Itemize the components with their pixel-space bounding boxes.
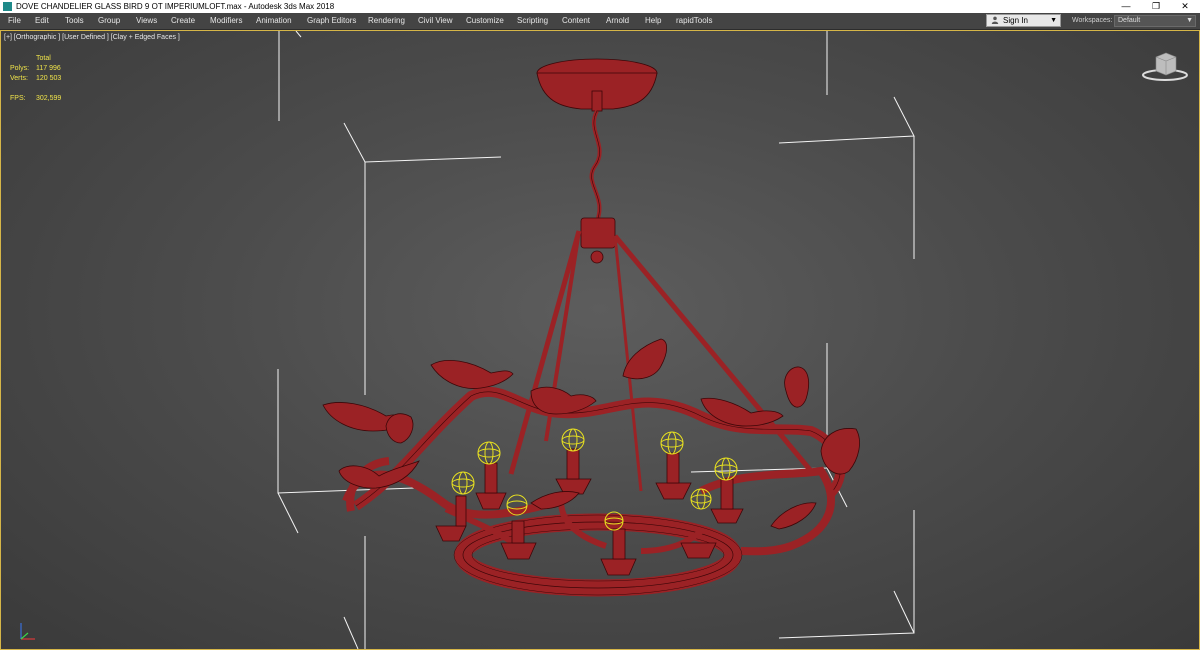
menu-civil-view[interactable]: Civil View [418, 13, 453, 29]
close-button[interactable]: ✕ [1170, 0, 1200, 13]
menu-file[interactable]: File [8, 13, 21, 29]
menu-modifiers[interactable]: Modifiers [210, 13, 242, 29]
menu-views[interactable]: Views [136, 13, 157, 29]
restore-button[interactable]: ❐ [1141, 0, 1171, 13]
menu-rendering[interactable]: Rendering [368, 13, 405, 29]
menu-group[interactable]: Group [98, 13, 120, 29]
menu-create[interactable]: Create [171, 13, 195, 29]
menu-scripting[interactable]: Scripting [517, 13, 548, 29]
window-title: DOVE CHANDELIER GLASS BIRD 9 OT IMPERIUM… [16, 2, 335, 11]
viewcube-icon[interactable] [1142, 52, 1188, 81]
world-axis-icon [20, 623, 35, 640]
menu-edit[interactable]: Edit [35, 13, 49, 29]
app-icon [3, 2, 12, 11]
workspaces-select[interactable]: Default ▼ [1114, 15, 1196, 27]
menu-customize[interactable]: Customize [466, 13, 504, 29]
minimize-button[interactable]: — [1111, 0, 1141, 13]
sign-in-label: Sign In [1003, 16, 1028, 25]
sign-in-dropdown[interactable]: Sign In ▼ [986, 14, 1061, 27]
chandelier-model[interactable] [322, 58, 860, 597]
bounding-box [277, 31, 915, 649]
stats-header: Total [36, 55, 51, 62]
scene-canvas[interactable] [1, 31, 1199, 649]
user-icon [991, 16, 999, 24]
viewport-orthographic[interactable]: [+] [Orthographic ] [User Defined ] [Cla… [0, 30, 1200, 650]
chevron-down-icon: ▼ [1050, 17, 1057, 24]
menu-help[interactable]: Help [645, 13, 661, 29]
menu-rapidtools[interactable]: rapidTools [676, 13, 712, 29]
menu-bar: File Edit Tools Group Views Create Modif… [0, 13, 1200, 30]
menu-content[interactable]: Content [562, 13, 590, 29]
workspaces-value: Default [1118, 17, 1141, 24]
verts-label: Verts: [10, 75, 28, 82]
fps-value: 302,599 [36, 95, 62, 102]
chevron-down-icon: ▼ [1186, 17, 1193, 24]
title-bar: DOVE CHANDELIER GLASS BIRD 9 OT IMPERIUM… [0, 0, 1200, 13]
menu-animation[interactable]: Animation [256, 13, 292, 29]
menu-tools[interactable]: Tools [65, 13, 84, 29]
polys-value: 117 996 [36, 65, 61, 72]
verts-value: 120 503 [36, 75, 62, 82]
polys-label: Polys: [10, 65, 30, 72]
workspaces-label: Workspaces: [1072, 17, 1113, 24]
fps-label: FPS: [10, 95, 26, 102]
viewport-label[interactable]: [+] [Orthographic ] [User Defined ] [Cla… [4, 34, 180, 41]
menu-graph-editors[interactable]: Graph Editors [307, 13, 356, 29]
menu-arnold[interactable]: Arnold [606, 13, 629, 29]
